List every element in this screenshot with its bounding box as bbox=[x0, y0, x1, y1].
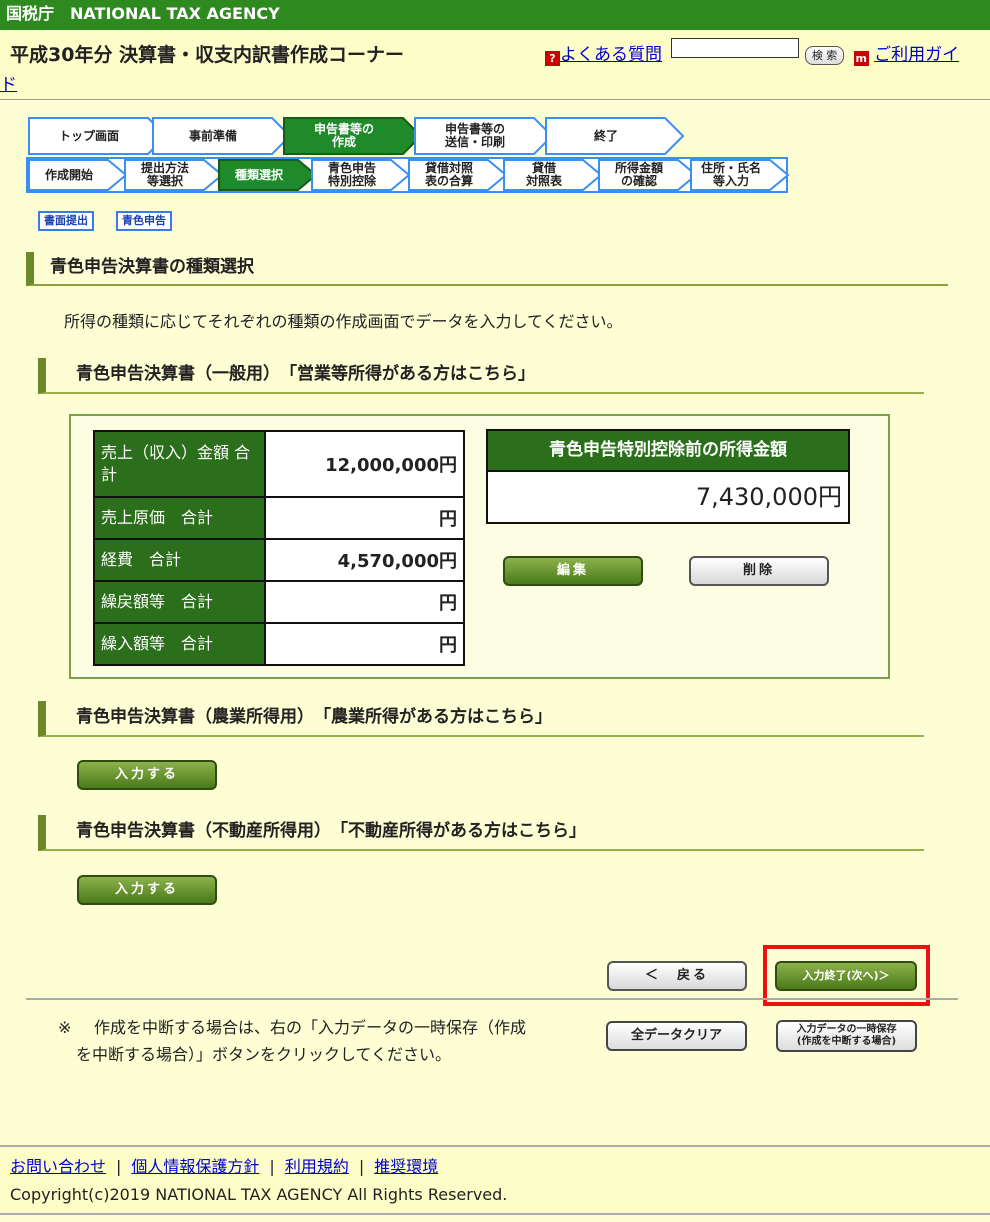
faq-link[interactable]: よくある質問 bbox=[560, 45, 662, 65]
step-label: トップ画面 bbox=[58, 128, 119, 143]
general-summary-panel: 売上（収入）金額 合計 12,000,000円 売上原価 合計円 経費 合計 4,5… bbox=[69, 414, 890, 679]
page-title: 平成30年分 決算書・収支内訳書作成コーナー bbox=[10, 44, 405, 66]
temp-save-label: 入力データの一時保存 bbox=[796, 1024, 897, 1035]
step-main-1: トップ画面 bbox=[28, 117, 168, 155]
step-label: 終了 bbox=[593, 128, 618, 143]
step-label: 申告書等の 作成 bbox=[313, 122, 374, 149]
income-box: 青色申告特別控除前の所得金額 7,430,000円 bbox=[486, 429, 850, 524]
row-value: 円 bbox=[263, 622, 466, 666]
income-header: 青色申告特別控除前の所得金額 bbox=[488, 431, 848, 472]
copyright: Copyright(c)2019 NATIONAL TAX AGENCY All… bbox=[10, 1185, 508, 1204]
intro-text: 所得の種類に応じてそれぞれの種類の作成画面でデータを入力してください。 bbox=[64, 312, 623, 331]
realestate-heading: 青色申告決算書（不動産所得用） 「不動産所得がある方はこちら」 bbox=[38, 815, 924, 851]
table-row: 売上原価 合計円 bbox=[93, 496, 466, 540]
agency-name: 国税庁 NATIONAL TAX AGENCY bbox=[6, 4, 280, 23]
step-label: 提出方法 等選択 bbox=[140, 161, 189, 188]
note-text: 作成を中断する場合は、右の「入力データの一時保存（作成を中断する場合）」ボタンを… bbox=[76, 1014, 526, 1068]
step-sub-3: 種類選択 bbox=[218, 159, 318, 191]
farm-input-button[interactable]: 入力する bbox=[77, 760, 217, 790]
note-mark: ※ bbox=[58, 1018, 72, 1037]
delete-button[interactable]: 削除 bbox=[689, 556, 829, 586]
footer-separator: | bbox=[269, 1157, 275, 1176]
divider bbox=[26, 998, 958, 1000]
table-row: 経費 合計 4,570,000円 bbox=[93, 538, 466, 582]
tag-paper-submission: 書面提出 bbox=[38, 211, 94, 231]
step-label: 青色申告 特別控除 bbox=[327, 161, 376, 188]
search-input[interactable] bbox=[671, 38, 800, 58]
summary-table: 売上（収入）金額 合計 12,000,000円 売上原価 合計円 経費 合計 4,5… bbox=[93, 430, 466, 666]
step-main-4: 申告書等の 送信・印刷 bbox=[414, 117, 554, 155]
row-label: 売上（収入）金額 合計 bbox=[93, 430, 266, 498]
table-row: 売上（収入）金額 合計 12,000,000円 bbox=[93, 430, 466, 498]
footer-link-terms[interactable]: 利用規約 bbox=[285, 1157, 349, 1176]
row-value: 円 bbox=[263, 496, 466, 540]
farm-heading: 青色申告決算書（農業所得用） 「農業所得がある方はこちら」 bbox=[38, 701, 924, 737]
step-sub-2: 提出方法 等選択 bbox=[124, 159, 224, 191]
footer-link-privacy[interactable]: 個人情報保護方針 bbox=[131, 1157, 259, 1176]
guide-icon: m bbox=[853, 51, 869, 66]
step-label: 所得金額 の確認 bbox=[614, 161, 663, 188]
step-label: 申告書等の 送信・印刷 bbox=[444, 122, 505, 149]
step-label: 貸借対照 表の合算 bbox=[424, 161, 473, 188]
step-main-5: 終了 bbox=[545, 117, 685, 155]
back-button[interactable]: ＜ 戻る bbox=[607, 961, 747, 991]
edit-button[interactable]: 編集 bbox=[503, 556, 643, 586]
row-label: 繰入額等 合計 bbox=[93, 622, 266, 666]
row-label: 売上原価 合計 bbox=[93, 496, 266, 540]
row-label: 経費 合計 bbox=[93, 538, 266, 582]
footer: お問い合わせ | 個人情報保護方針 | 利用規約 | 推奨環境 Copyright(c)20… bbox=[0, 1145, 990, 1215]
next-button-highlight bbox=[763, 945, 930, 1006]
guide-link[interactable]: ご利用ガイ bbox=[874, 45, 959, 65]
step-sub-8: 住所・氏名 等入力 bbox=[690, 159, 790, 191]
step-main-3: 申告書等の 作成 bbox=[283, 117, 423, 155]
step-label: 住所・氏名 等入力 bbox=[700, 161, 761, 188]
general-heading: 青色申告決算書（一般用） 「営業等所得がある方はこちら」 bbox=[38, 358, 924, 394]
step-sub-6: 貸借 対照表 bbox=[503, 159, 603, 191]
row-value: 円 bbox=[263, 580, 466, 624]
table-row: 繰戻額等 合計円 bbox=[93, 580, 466, 624]
section-title: 青色申告決算書の種類選択 bbox=[26, 252, 948, 286]
agency-bar: 国税庁 NATIONAL TAX AGENCY bbox=[0, 0, 990, 30]
row-label: 繰戻額等 合計 bbox=[93, 580, 266, 624]
header-links: ? よくある質問 検 索 m ご利用ガイ bbox=[545, 38, 985, 68]
footer-link-environment[interactable]: 推奨環境 bbox=[374, 1157, 438, 1176]
table-row: 繰入額等 合計円 bbox=[93, 622, 466, 666]
temp-save-button[interactable]: 入力データの一時保存 (作成を中断する場合) bbox=[776, 1020, 917, 1052]
tag-blue-return: 青色申告 bbox=[116, 211, 172, 231]
realestate-input-button[interactable]: 入力する bbox=[77, 875, 217, 905]
progress-steps-sub: 作成開始 提出方法 等選択 種類選択 青色申告 特別控除 貸借対照 表の合算 貸借 対照表… bbox=[26, 157, 790, 193]
faq-icon: ? bbox=[545, 51, 560, 66]
income-value: 7,430,000円 bbox=[695, 483, 842, 511]
footer-link-contact[interactable]: お問い合わせ bbox=[10, 1157, 106, 1176]
step-label: 事前準備 bbox=[188, 128, 237, 143]
footer-separator: | bbox=[358, 1157, 365, 1176]
search-button[interactable]: 検 索 bbox=[804, 46, 845, 65]
row-value: 12,000,000円 bbox=[263, 430, 466, 498]
row-value: 4,570,000円 bbox=[263, 538, 466, 582]
step-sub-1: 作成開始 bbox=[28, 159, 128, 191]
step-label: 貸借 対照表 bbox=[525, 161, 562, 188]
note-body: 作成を中断する場合は、右の「入力データの一時保存（作成を中断する場合）」ボタンを… bbox=[76, 1018, 527, 1064]
step-sub-5: 貸借対照 表の合算 bbox=[408, 159, 508, 191]
step-sub-7: 所得金額 の確認 bbox=[598, 159, 698, 191]
temp-save-sublabel: (作成を中断する場合) bbox=[796, 1036, 897, 1047]
step-main-2: 事前準備 bbox=[152, 117, 292, 155]
step-sub-4: 青色申告 特別控除 bbox=[311, 159, 411, 191]
footer-separator: | bbox=[116, 1157, 122, 1176]
clear-all-button[interactable]: 全データクリア bbox=[606, 1021, 747, 1051]
step-label: 種類選択 bbox=[234, 167, 283, 182]
title-bar: 平成30年分 決算書・収支内訳書作成コーナー ? よくある質問 検 索 m ご利用… bbox=[0, 30, 990, 100]
footer-links: お問い合わせ | 個人情報保護方針 | 利用規約 | 推奨環境 bbox=[10, 1153, 980, 1181]
guide-link-wrap[interactable]: ド bbox=[0, 75, 17, 95]
step-label: 作成開始 bbox=[44, 167, 93, 182]
